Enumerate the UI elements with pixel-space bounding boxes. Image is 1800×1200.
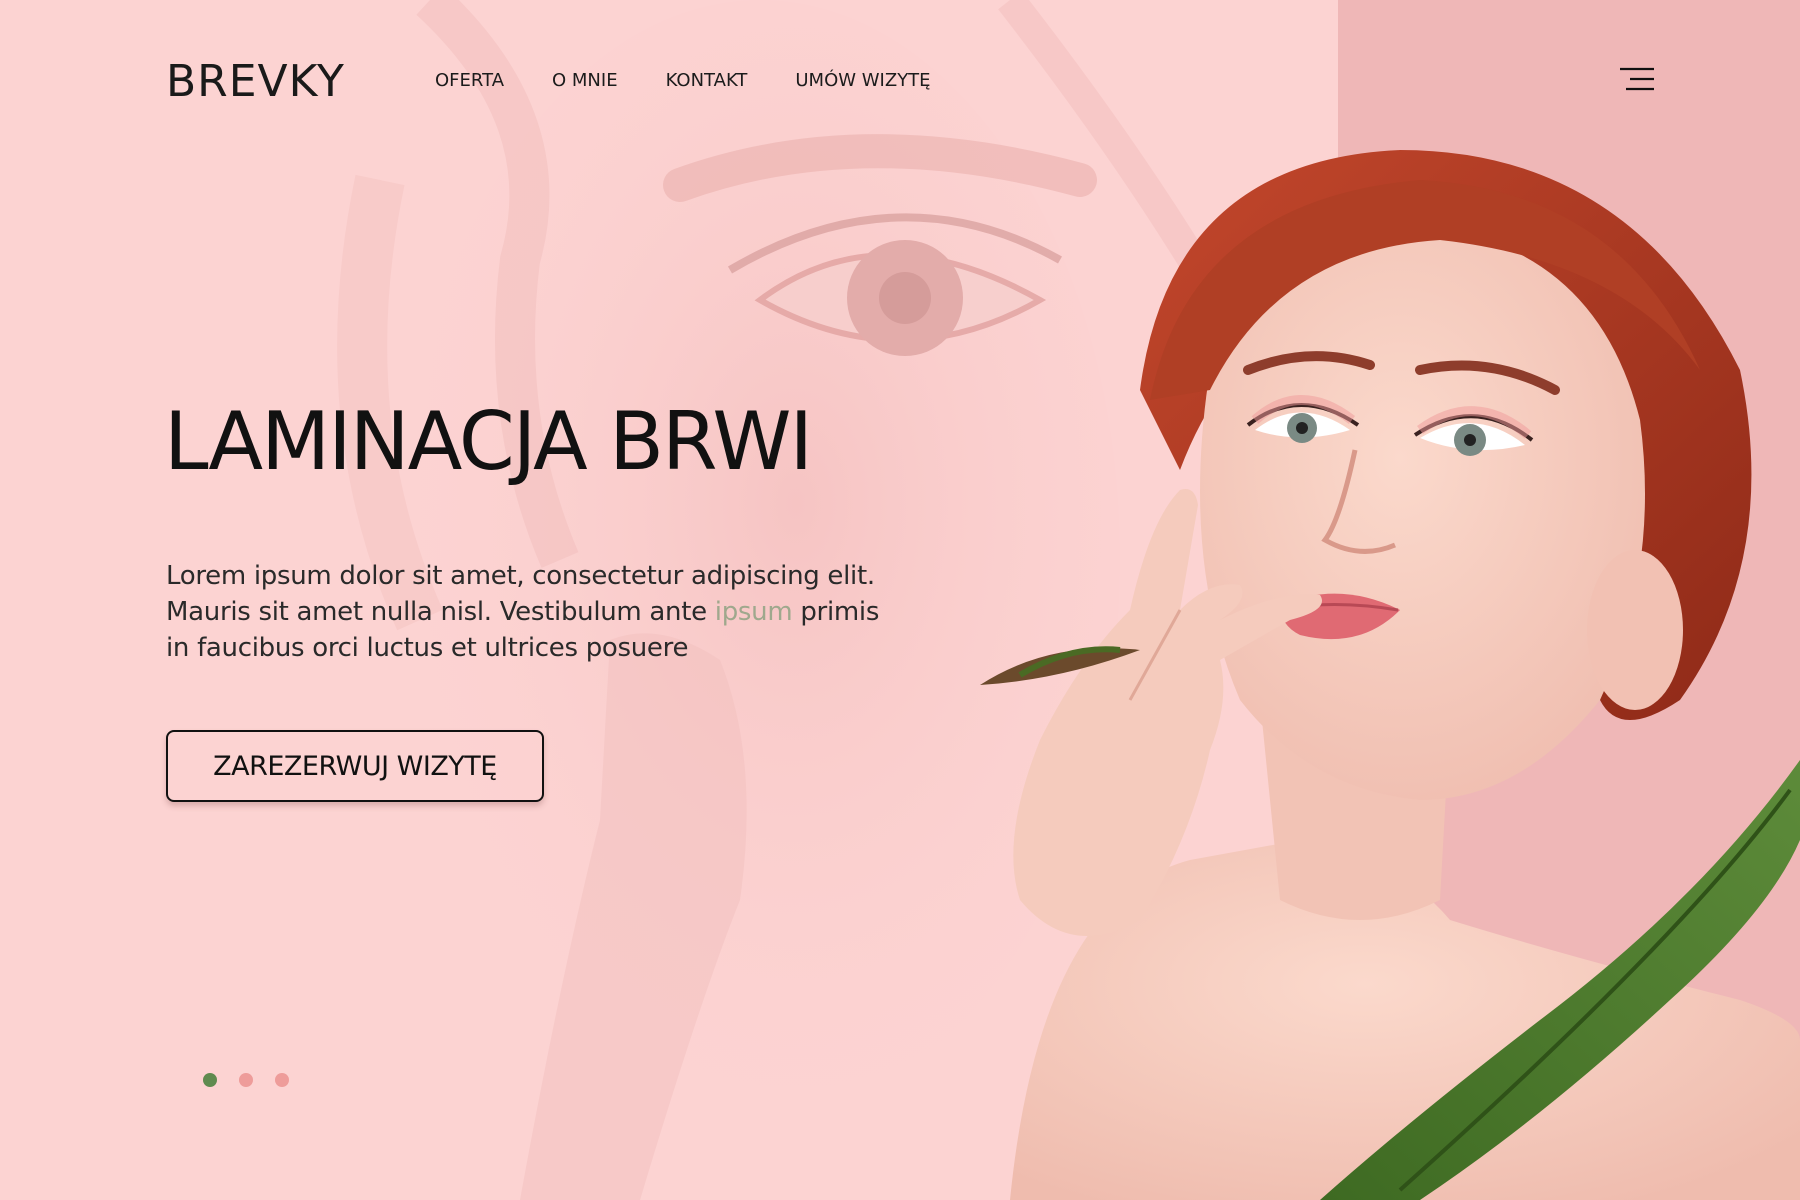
hero-title: LAMINACJA BRWI [164,395,813,488]
slider-dots [203,1073,289,1087]
landing-page: BREVKY OFERTA O MNIE KONTAKT UMÓW WIZYTĘ… [0,0,1800,1200]
main-navigation: OFERTA O MNIE KONTAKT UMÓW WIZYTĘ [435,70,979,91]
nav-link-oferta[interactable]: OFERTA [435,70,504,91]
menu-button[interactable] [1620,66,1656,94]
hero-text-accent: ipsum [714,597,793,627]
brand-logo[interactable]: BREVKY [166,56,345,107]
slider-dot-3[interactable] [275,1073,289,1087]
nav-link-o-mnie[interactable]: O MNIE [552,70,618,91]
hero-description: Lorem ipsum dolor sit amet, consectetur … [166,558,906,666]
hamburger-menu-icon [1620,67,1654,91]
hero-model-image [980,150,1800,1200]
book-visit-button[interactable]: ZAREZERWUJ WIZYTĘ [166,730,544,802]
slider-dot-2[interactable] [239,1073,253,1087]
nav-link-umow-wizyte[interactable]: UMÓW WIZYTĘ [795,70,930,91]
slider-dot-1[interactable] [203,1073,217,1087]
nav-link-kontakt[interactable]: KONTAKT [666,70,748,91]
